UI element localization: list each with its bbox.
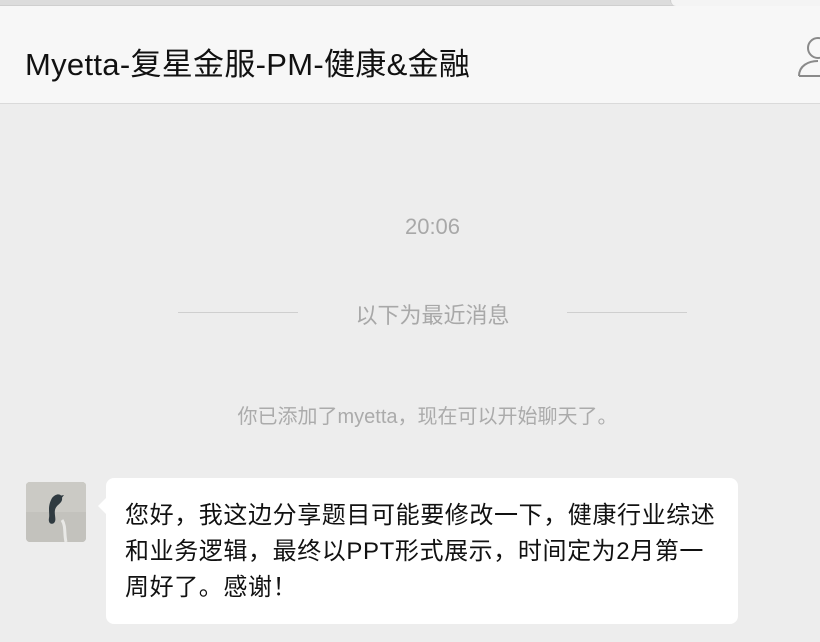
chat-window: Myetta-复星金服-PM-健康&金融 20:06 以下为最近消息 你已添加了… — [0, 0, 820, 642]
avatar-image — [26, 482, 86, 542]
divider-line-right — [567, 312, 687, 313]
system-notice: 你已添加了myetta，现在可以开始聊天了。 — [237, 406, 618, 428]
incoming-message-bubble[interactable]: 您好，我这边分享题目可能要修改一下，健康行业综述和业务逻辑，最终以PPT形式展示… — [98, 478, 738, 624]
recent-messages-divider: 以下为最近消息 — [355, 303, 510, 328]
chat-header: Myetta-复星金服-PM-健康&金融 — [0, 6, 820, 104]
chat-title: Myetta-复星金服-PM-健康&金融 — [25, 47, 471, 82]
message-timestamp: 20:06 — [404, 214, 461, 239]
message-text: 您好，我这边分享题目可能要修改一下，健康行业综述和业务逻辑，最终以PPT形式展示… — [125, 502, 716, 601]
person-icon — [798, 37, 820, 77]
chat-info-button[interactable] — [796, 36, 820, 78]
avatar[interactable] — [26, 482, 86, 542]
